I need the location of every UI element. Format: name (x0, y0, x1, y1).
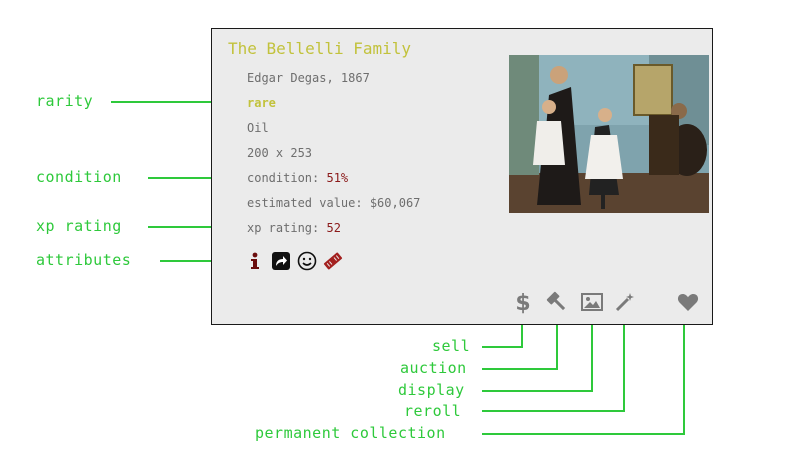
callout-condition: condition (36, 168, 122, 186)
attribute-icons (245, 249, 343, 273)
condition-row: condition: 51% (247, 171, 348, 185)
magic-wand-icon (615, 293, 634, 312)
callout-reroll: reroll (404, 402, 462, 420)
ticket-icon[interactable] (323, 251, 343, 271)
callout-sell: sell (432, 337, 471, 355)
permanent-collection-button[interactable] (676, 290, 700, 314)
artwork-title: The Bellelli Family (228, 39, 412, 58)
artwork-card: The Bellelli Family Edgar Degas, 1867 ra… (211, 28, 713, 325)
svg-text:$: $ (515, 291, 530, 314)
xp-value: 52 (326, 221, 341, 235)
auction-button[interactable] (545, 290, 569, 314)
share-arrow-icon[interactable] (271, 251, 291, 271)
reroll-line (482, 318, 625, 412)
callout-auction: auction (400, 359, 467, 377)
callout-attributes: attributes (36, 251, 132, 269)
artist-year: Edgar Degas, 1867 (247, 71, 370, 85)
xp-label: xp rating: (247, 221, 327, 235)
medium: Oil (247, 121, 269, 135)
callout-display: display (398, 381, 465, 399)
info-icon[interactable] (245, 251, 265, 271)
auction-line (482, 318, 558, 370)
rarity-value: rare (247, 96, 276, 110)
image-icon (581, 293, 603, 311)
heart-icon (677, 294, 699, 311)
display-button[interactable] (580, 290, 604, 314)
smiley-icon[interactable] (297, 251, 317, 271)
dimensions: 200 x 253 (247, 146, 313, 160)
estimated-value: estimated value: $60,067 (247, 196, 421, 210)
permanent-collection-line (482, 318, 685, 435)
painting-image[interactable] (509, 55, 709, 213)
callout-rarity: rarity (36, 92, 94, 110)
xp-row: xp rating: 52 (247, 221, 341, 235)
sell-button[interactable]: $ (511, 290, 535, 314)
dollar-icon: $ (515, 291, 530, 314)
gavel-icon (546, 291, 566, 311)
condition-label: condition: (247, 171, 327, 185)
display-line (482, 318, 593, 392)
callout-xp-rating: xp rating (36, 217, 122, 235)
callout-permanent-collection: permanent collection (255, 424, 446, 442)
reroll-button[interactable] (613, 290, 637, 314)
condition-value: 51% (326, 171, 349, 185)
